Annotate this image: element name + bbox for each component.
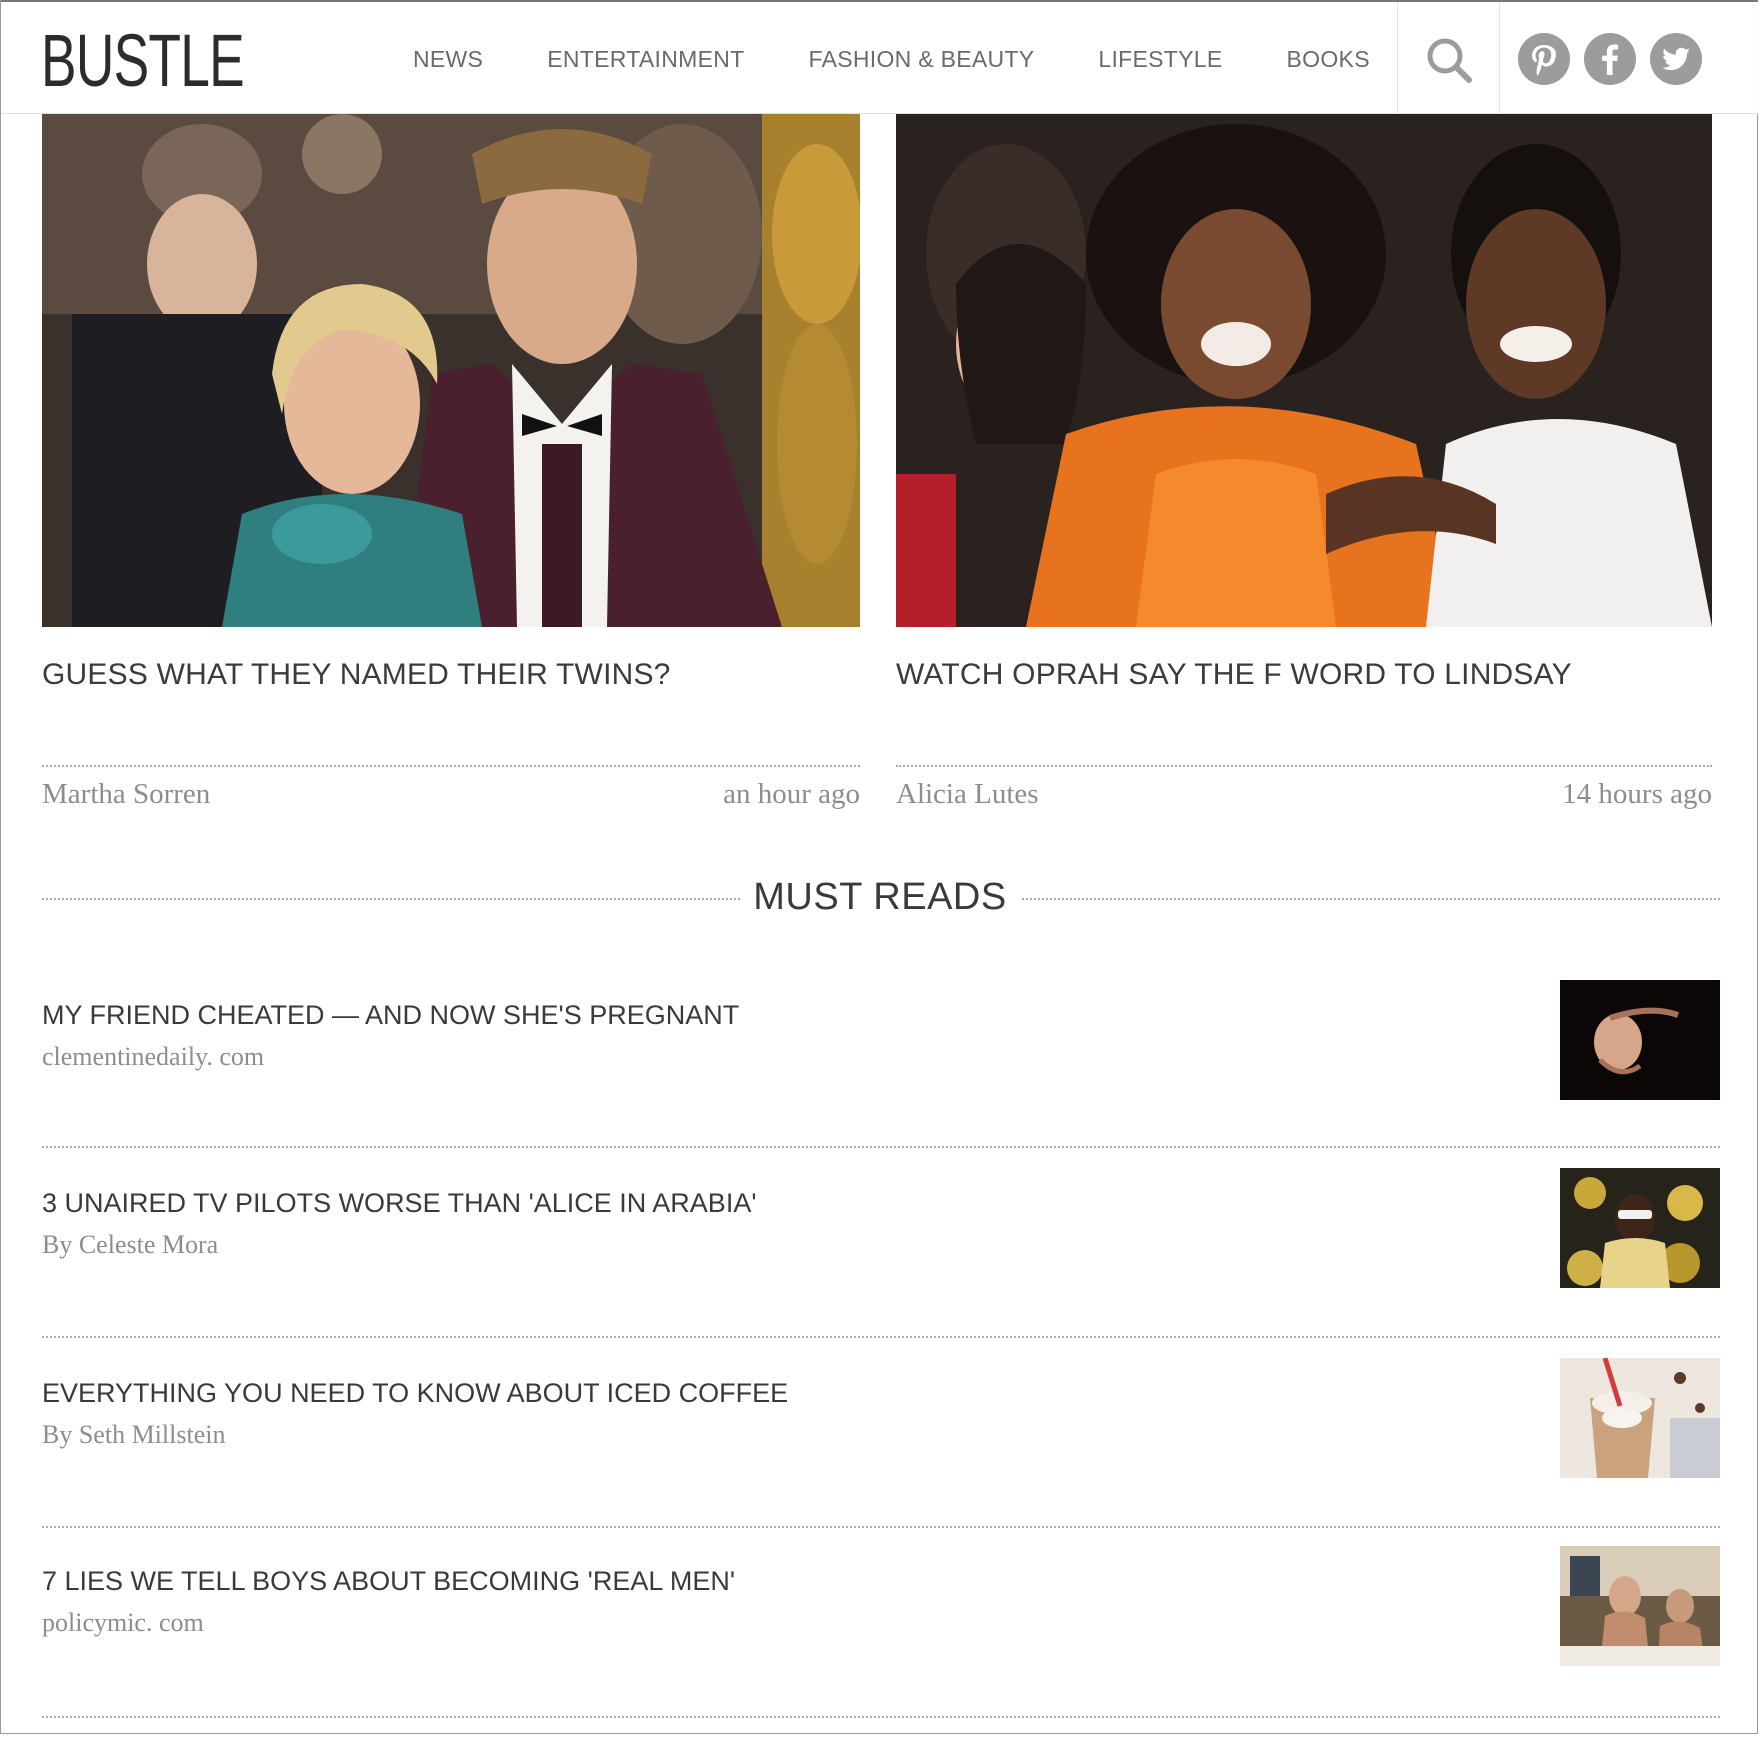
divider bbox=[42, 1526, 1720, 1528]
twitter-icon[interactable] bbox=[1650, 33, 1702, 85]
list-item[interactable]: EVERYTHING YOU NEED TO KNOW ABOUT ICED C… bbox=[42, 1358, 1720, 1566]
featured-author[interactable]: Martha Sorren bbox=[42, 778, 210, 811]
featured-title[interactable]: WATCH OPRAH SAY THE F WORD TO LINDSAY bbox=[896, 658, 1572, 692]
divider bbox=[42, 1146, 1720, 1148]
search-icon[interactable] bbox=[1425, 36, 1473, 84]
nav-news[interactable]: NEWS bbox=[413, 46, 483, 73]
list-item-thumbnail[interactable] bbox=[1560, 1358, 1720, 1478]
list-item[interactable]: 3 UNAIRED TV PILOTS WORSE THAN 'ALICE IN… bbox=[42, 1168, 1720, 1376]
site-logo[interactable]: BUSTLE bbox=[41, 24, 245, 98]
list-item-thumbnail[interactable] bbox=[1560, 1168, 1720, 1288]
list-item-source: By Celeste Mora bbox=[42, 1230, 219, 1259]
list-item-title[interactable]: 3 UNAIRED TV PILOTS WORSE THAN 'ALICE IN… bbox=[42, 1188, 757, 1219]
facebook-icon[interactable] bbox=[1584, 33, 1636, 85]
main-nav: NEWS ENTERTAINMENT FASHION & BEAUTY LIFE… bbox=[413, 46, 1434, 73]
divider bbox=[42, 765, 860, 767]
list-item-source: policymic. com bbox=[42, 1608, 204, 1637]
list-item-title[interactable]: MY FRIEND CHEATED — AND NOW SHE'S PREGNA… bbox=[42, 1000, 739, 1031]
featured-time: an hour ago bbox=[723, 778, 860, 810]
featured-time: 14 hours ago bbox=[1562, 778, 1712, 810]
featured-image-oprah[interactable] bbox=[896, 114, 1712, 627]
site-header: BUSTLE NEWS ENTERTAINMENT FASHION & BEAU… bbox=[1, 0, 1758, 114]
featured-image-couple[interactable] bbox=[42, 114, 860, 627]
list-item-thumbnail[interactable] bbox=[1560, 1546, 1720, 1666]
featured-author[interactable]: Alicia Lutes bbox=[896, 778, 1039, 811]
section-rule-right bbox=[1022, 898, 1720, 900]
header-divider bbox=[1499, 2, 1500, 114]
list-item-title[interactable]: EVERYTHING YOU NEED TO KNOW ABOUT ICED C… bbox=[42, 1378, 788, 1409]
list-item-title[interactable]: 7 LIES WE TELL BOYS ABOUT BECOMING 'REAL… bbox=[42, 1566, 735, 1597]
list-item-source: clementinedaily. com bbox=[42, 1042, 265, 1071]
nav-entertainment[interactable]: ENTERTAINMENT bbox=[547, 46, 744, 73]
header-divider bbox=[1397, 2, 1398, 114]
nav-fashion-beauty[interactable]: FASHION & BEAUTY bbox=[808, 46, 1034, 73]
featured-title[interactable]: GUESS WHAT THEY NAMED THEIR TWINS? bbox=[42, 658, 671, 692]
nav-lifestyle[interactable]: LIFESTYLE bbox=[1098, 46, 1222, 73]
divider bbox=[42, 1716, 1720, 1718]
list-item-thumbnail[interactable] bbox=[1560, 980, 1720, 1100]
divider bbox=[42, 1336, 1720, 1338]
list-item-source: By Seth Millstein bbox=[42, 1420, 226, 1449]
pinterest-icon[interactable] bbox=[1518, 33, 1570, 85]
divider bbox=[896, 765, 1712, 767]
nav-books[interactable]: BOOKS bbox=[1287, 46, 1370, 73]
list-item[interactable]: MY FRIEND CHEATED — AND NOW SHE'S PREGNA… bbox=[42, 980, 1720, 1188]
list-item[interactable]: 7 LIES WE TELL BOYS ABOUT BECOMING 'REAL… bbox=[42, 1546, 1720, 1754]
